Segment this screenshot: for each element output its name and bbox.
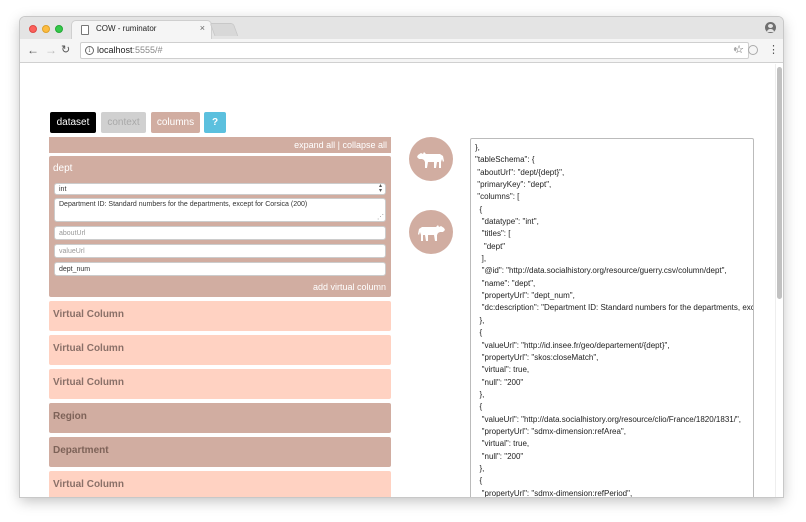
json-line: "propertyUrl": "sdmx-dimension:refArea", <box>475 426 626 436</box>
browser-window: COW - ruminator × ← → ↻ i localhost:5555… <box>20 17 783 497</box>
reload-icon[interactable]: ↻ <box>61 42 70 58</box>
cow-button[interactable] <box>409 137 453 181</box>
browser-tab[interactable]: COW - ruminator × <box>71 20 212 39</box>
url-text[interactable]: localhost:5555/# <box>97 45 163 55</box>
property-url-input[interactable]: dept_num <box>54 262 386 276</box>
json-line: "tableSchema": { <box>475 155 535 165</box>
json-line: "propertyUrl": "dept_num", <box>475 291 575 301</box>
column-row-virtual[interactable]: Virtual Column <box>49 301 391 331</box>
json-line: "null": "200" <box>475 377 524 387</box>
tab-columns[interactable]: columns <box>151 112 200 133</box>
datatype-select[interactable]: int ▴ ▾ <box>54 183 386 195</box>
add-virtual-column-link[interactable]: add virtual column <box>313 282 386 292</box>
json-line: "propertyUrl": "skos:closeMatch", <box>475 352 599 362</box>
column-row-virtual[interactable]: Virtual Column <box>49 369 391 399</box>
about-url-input[interactable]: aboutUrl <box>54 226 386 240</box>
column-row-virtual[interactable]: Virtual Column <box>49 471 391 497</box>
maximize-window-button[interactable] <box>55 25 63 33</box>
json-line: ], <box>475 254 487 264</box>
extension-icon[interactable]: ◐ <box>733 44 739 55</box>
document-icon <box>81 25 89 35</box>
json-output-textarea[interactable]: }, "tableSchema": { "aboutUrl": "dept/{de… <box>470 138 754 497</box>
json-line: "name": "dept", <box>475 278 536 288</box>
close-window-button[interactable] <box>29 25 37 33</box>
json-line: "valueUrl": "http://data.socialhistory.o… <box>475 414 742 424</box>
column-row-department[interactable]: Department <box>49 437 391 467</box>
json-line: { <box>475 204 483 214</box>
json-line: { <box>475 402 483 412</box>
expand-all-link[interactable]: expand all <box>294 140 335 150</box>
forward-icon[interactable]: → <box>45 42 57 58</box>
json-line: }, <box>475 463 485 473</box>
tab-context[interactable]: context <box>101 112 146 133</box>
json-line: }, <box>475 143 480 152</box>
column-panel-dept: dept int ▴ ▾ Department ID: Standard numb… <box>49 156 391 297</box>
json-line: "titles": [ <box>475 229 511 239</box>
resize-grip-icon[interactable]: ⋰ <box>377 214 384 221</box>
profile-icon[interactable] <box>765 22 776 33</box>
description-textarea[interactable]: Department ID: Standard numbers for the … <box>54 198 386 222</box>
page-viewport: dataset context columns ? expand all | c… <box>20 64 783 497</box>
page-scrollbar[interactable] <box>775 64 783 497</box>
minimize-window-button[interactable] <box>42 25 50 33</box>
address-bar[interactable]: i localhost:5555/# ☆ <box>80 42 749 59</box>
json-line: "virtual": true, <box>475 439 530 449</box>
cow-icon <box>417 152 444 168</box>
json-line: "null": "200" <box>475 451 524 461</box>
menu-icon[interactable]: ⋮ <box>768 42 779 58</box>
tab-title: COW - ruminator <box>96 24 157 33</box>
info-icon[interactable]: i <box>85 46 94 55</box>
new-tab-button[interactable] <box>209 23 239 36</box>
expand-collapse-bar: expand all | collapse all <box>49 137 391 153</box>
json-line: }, <box>475 315 485 325</box>
column-row-virtual[interactable]: Virtual Column <box>49 335 391 365</box>
json-lines: }, "tableSchema": { "aboutUrl": "dept/{de… <box>475 142 753 497</box>
column-row-region[interactable]: Region <box>49 403 391 433</box>
url-path: :5555/# <box>132 45 163 55</box>
cow-button[interactable] <box>409 210 453 254</box>
json-line: "propertyUrl": "sdmx-dimension:refPeriod… <box>475 488 633 497</box>
json-line: }, <box>475 389 485 399</box>
tab-dataset[interactable]: dataset <box>50 112 96 133</box>
json-line: "dept" <box>475 241 506 251</box>
scrollbar-thumb[interactable] <box>777 67 782 299</box>
value-url-input[interactable]: valueUrl <box>54 244 386 258</box>
back-icon[interactable]: ← <box>27 42 39 58</box>
column-title[interactable]: dept <box>53 163 72 174</box>
select-arrows-icon: ▴ ▾ <box>378 183 382 194</box>
tab-close-icon[interactable]: × <box>200 23 205 33</box>
tab-help[interactable]: ? <box>204 112 226 133</box>
json-line: "valueUrl": "http://id.insee.fr/geo/depa… <box>475 340 670 350</box>
url-host: localhost <box>97 45 133 55</box>
json-line: "columns": [ <box>475 192 520 202</box>
tab-strip: COW - ruminator × <box>20 17 783 39</box>
json-line: { <box>475 328 483 338</box>
json-line: { <box>475 476 483 486</box>
json-line: "@id": "http://data.socialhistory.org/re… <box>475 266 727 276</box>
extension-circle-icon[interactable] <box>748 45 758 55</box>
json-line: "dc:description": "Department ID: Standa… <box>481 303 754 313</box>
browser-toolbar: ← → ↻ i localhost:5555/# ☆ ◐ ⋮ <box>20 39 783 63</box>
cow-icon <box>418 225 445 241</box>
datatype-value: int <box>59 186 67 193</box>
json-line: "primaryKey": "dept", <box>475 180 552 190</box>
collapse-all-link[interactable]: collapse all <box>342 140 387 150</box>
json-line: "virtual": true, <box>475 365 530 375</box>
json-line: "datatype": "int", <box>475 217 539 227</box>
description-text: Department ID: Standard numbers for the … <box>59 201 308 208</box>
json-line: "aboutUrl": "dept/{dept}", <box>475 167 565 177</box>
